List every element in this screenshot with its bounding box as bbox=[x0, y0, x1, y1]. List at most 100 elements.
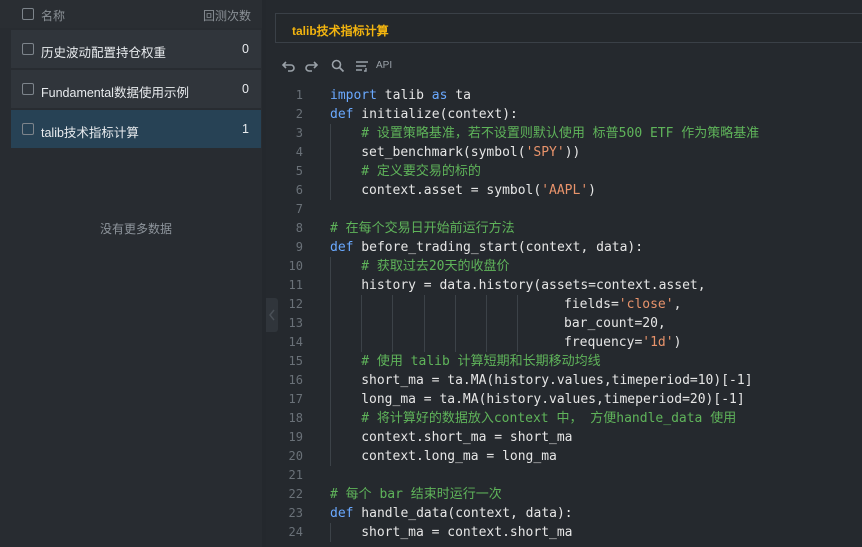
code-text: # 使用 talib 计算短期和长期移动均线 bbox=[361, 352, 600, 371]
code-line[interactable]: 15 # 使用 talib 计算短期和长期移动均线 bbox=[266, 352, 862, 371]
indent-guide bbox=[330, 276, 331, 295]
code-line[interactable]: 23 def handle_data(context, data): bbox=[266, 504, 862, 523]
line-number: 5 bbox=[295, 164, 303, 178]
indent-guide bbox=[517, 295, 519, 314]
format-code-icon[interactable] bbox=[354, 58, 370, 74]
code-text: # 将计算好的数据放入context 中， 方便handle_data 使用 bbox=[361, 409, 736, 428]
api-docs-button[interactable]: API bbox=[376, 60, 392, 71]
code-line[interactable]: 11 history = data.history(assets=context.… bbox=[266, 276, 862, 295]
code-line[interactable]: 6 context.asset = symbol('AAPL') bbox=[266, 181, 862, 200]
line-number: 14 bbox=[288, 335, 303, 349]
count-column-header[interactable]: 回测次数 bbox=[203, 7, 251, 24]
code-line[interactable]: 20 context.long_ma = long_ma bbox=[266, 447, 862, 466]
code-line[interactable]: 7 bbox=[266, 200, 862, 219]
backtest-count: 1 bbox=[242, 122, 249, 136]
code-line[interactable]: 9 def before_trading_start(context, data)… bbox=[266, 238, 862, 257]
strategy-row[interactable]: 历史波动配置持仓权重 0 bbox=[11, 30, 261, 68]
indent-guide bbox=[330, 447, 331, 466]
code-line[interactable]: 21 bbox=[266, 466, 862, 485]
indent-guide bbox=[423, 333, 425, 352]
code-line[interactable]: 4 set_benchmark(symbol('SPY')) bbox=[266, 143, 862, 162]
code-text: # 在每个交易日开始前运行方法 bbox=[330, 219, 515, 238]
search-icon[interactable] bbox=[330, 58, 346, 74]
name-column-header[interactable]: 名称 bbox=[41, 7, 65, 24]
code-token: bar_count=20, bbox=[564, 316, 666, 331]
redo-icon[interactable] bbox=[304, 58, 320, 74]
code-token: set_benchmark(symbol( bbox=[361, 145, 526, 160]
indent-guide bbox=[330, 523, 331, 542]
strategy-row[interactable]: Fundamental数据使用示例 0 bbox=[11, 70, 261, 108]
code-keyword: import bbox=[330, 88, 377, 103]
code-token: ta bbox=[447, 88, 471, 103]
code-token: initialize(context): bbox=[353, 107, 518, 122]
indent-guide bbox=[330, 181, 331, 200]
strategy-name: talib技术指标计算 bbox=[41, 126, 139, 140]
line-number: 15 bbox=[288, 354, 303, 368]
row-checkbox[interactable] bbox=[22, 123, 34, 135]
code-line[interactable]: 12 fields='close', bbox=[266, 295, 862, 314]
code-line[interactable]: 19 context.short_ma = short_ma bbox=[266, 428, 862, 447]
code-line[interactable]: 5 # 定义要交易的标的 bbox=[266, 162, 862, 181]
line-number: 11 bbox=[288, 278, 303, 292]
undo-icon[interactable] bbox=[280, 58, 296, 74]
row-checkbox[interactable] bbox=[22, 43, 34, 55]
backtest-count: 0 bbox=[242, 82, 249, 96]
indent-guide bbox=[423, 295, 425, 314]
code-line[interactable]: 3 # 设置策略基准，若不设置则默认使用 标普500 ETF 作为策略基准 bbox=[266, 124, 862, 143]
indent-guide bbox=[330, 371, 331, 390]
line-number: 9 bbox=[295, 240, 303, 254]
code-comment: # 每个 bar 结束时运行一次 bbox=[330, 487, 502, 502]
code-token: long_ma = ta.MA(history.values,timeperio… bbox=[361, 392, 745, 407]
code-line[interactable]: 2 def initialize(context): bbox=[266, 105, 862, 124]
select-all-checkbox[interactable] bbox=[22, 8, 34, 20]
indent-guide bbox=[486, 314, 487, 333]
code-line[interactable]: 8 # 在每个交易日开始前运行方法 bbox=[266, 219, 862, 238]
strategy-row-selected[interactable]: talib技术指标计算 1 bbox=[11, 110, 261, 148]
strategy-name: 历史波动配置持仓权重 bbox=[41, 46, 167, 60]
line-number: 4 bbox=[295, 145, 303, 159]
code-text: history = data.history(assets=context.as… bbox=[361, 276, 705, 295]
code-token: history = data.history(assets=context.as… bbox=[361, 278, 706, 293]
code-text: long_ma = ta.MA(history.values,timeperio… bbox=[361, 390, 745, 409]
code-line[interactable]: 22 # 每个 bar 结束时运行一次 bbox=[266, 485, 862, 504]
code-token: context.long_ma = long_ma bbox=[361, 449, 557, 464]
code-text: short_ma = context.short_ma bbox=[361, 523, 572, 542]
list-header: 名称 回测次数 bbox=[0, 0, 262, 28]
code-string: '1d' bbox=[642, 335, 674, 350]
code-text: bar_count=20, bbox=[564, 314, 666, 333]
line-number: 7 bbox=[295, 202, 303, 216]
code-line[interactable]: 10 # 获取过去20天的收盘价 bbox=[266, 257, 862, 276]
code-line[interactable]: 1 import talib as ta bbox=[266, 86, 862, 105]
code-string: 'close' bbox=[618, 297, 674, 312]
code-line[interactable]: 13 bar_count=20, bbox=[266, 314, 862, 333]
strategy-list-panel: 名称 回测次数 历史波动配置持仓权重 0 Fundamental数据使用示例 0… bbox=[0, 0, 262, 547]
code-line[interactable]: 16 short_ma = ta.MA(history.values,timepe… bbox=[266, 371, 862, 390]
indent-guide bbox=[486, 295, 487, 314]
code-text: set_benchmark(symbol('SPY')) bbox=[361, 143, 580, 162]
editor-tab-title[interactable]: talib技术指标计算 bbox=[292, 22, 389, 39]
indent-guide bbox=[392, 314, 394, 333]
code-line[interactable]: 24 short_ma = context.short_ma bbox=[266, 523, 862, 542]
code-comment: # 获取过去20天的收盘价 bbox=[361, 259, 510, 274]
code-text: context.long_ma = long_ma bbox=[361, 447, 557, 466]
row-checkbox[interactable] bbox=[22, 83, 34, 95]
code-line[interactable]: 14 frequency='1d') bbox=[266, 333, 862, 352]
code-area[interactable]: 1 import talib as ta 2 def initialize(conte… bbox=[266, 86, 862, 542]
code-token: context.asset = symbol( bbox=[361, 183, 542, 198]
code-token: ) bbox=[673, 335, 682, 350]
line-number: 17 bbox=[288, 392, 303, 406]
line-number: 3 bbox=[295, 126, 303, 140]
code-token: , bbox=[673, 297, 682, 312]
code-comment: # 设置策略基准，若不设置则默认使用 标普500 ETF 作为策略基准 bbox=[361, 126, 760, 141]
code-line[interactable]: 17 long_ma = ta.MA(history.values,timeper… bbox=[266, 390, 862, 409]
line-number: 20 bbox=[288, 449, 303, 463]
code-text: def initialize(context): bbox=[330, 105, 518, 124]
code-line[interactable]: 18 # 将计算好的数据放入context 中， 方便handle_data 使用 bbox=[266, 409, 862, 428]
indent-guide bbox=[330, 257, 331, 276]
line-number: 10 bbox=[288, 259, 303, 273]
code-token: short_ma = ta.MA(history.values,timeperi… bbox=[361, 373, 753, 388]
indent-guide bbox=[330, 295, 331, 314]
code-token: fields= bbox=[564, 297, 619, 312]
code-text: # 定义要交易的标的 bbox=[361, 162, 481, 181]
code-token: )) bbox=[564, 145, 581, 160]
